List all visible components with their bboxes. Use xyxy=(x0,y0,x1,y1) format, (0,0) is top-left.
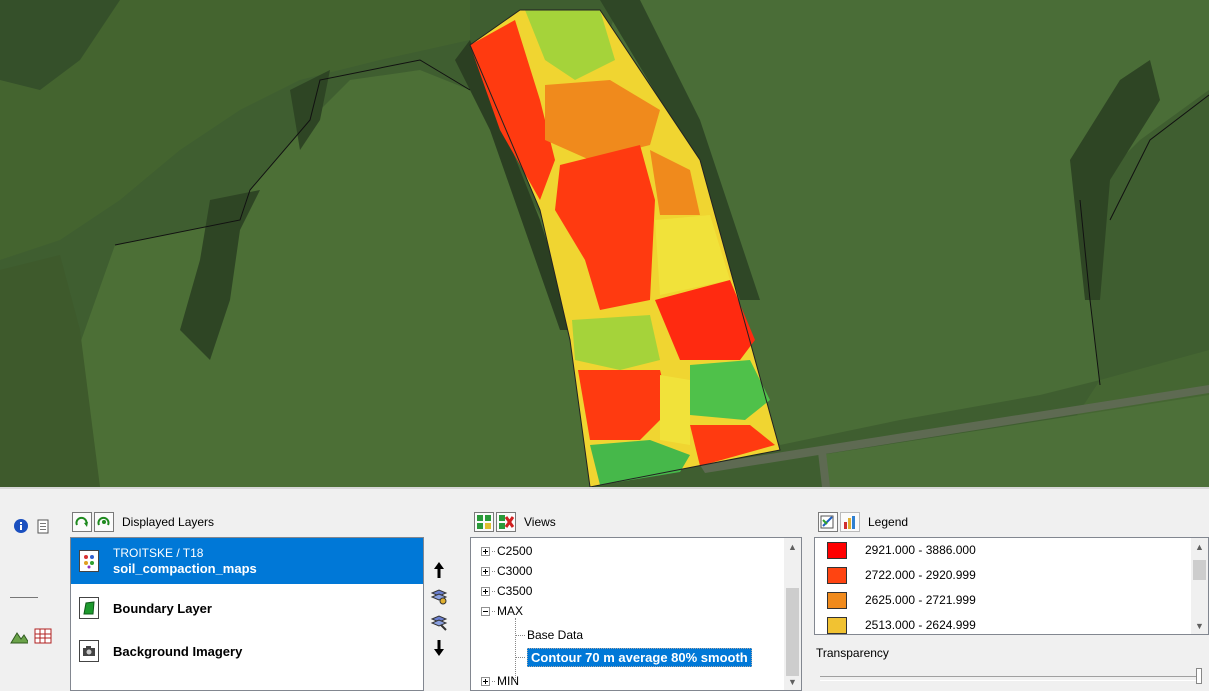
tree-node-base-data[interactable]: Base Data xyxy=(515,626,583,644)
clipboard-icon[interactable] xyxy=(34,517,52,535)
edit-legend-icon xyxy=(820,515,834,529)
expand-icon[interactable] xyxy=(481,676,490,686)
scroll-down-icon[interactable]: ▼ xyxy=(1191,617,1208,634)
scroll-up-icon[interactable]: ▲ xyxy=(1191,538,1208,555)
legend-chart-icon xyxy=(844,516,855,529)
legend-title: Legend xyxy=(868,515,909,529)
scroll-up-icon[interactable]: ▲ xyxy=(784,538,801,555)
layer-map-name: soil_compaction_maps xyxy=(113,561,257,576)
arrow-up-icon xyxy=(434,562,444,578)
info-icon[interactable] xyxy=(12,517,30,535)
layer-properties-button[interactable] xyxy=(428,611,450,633)
transparency-slider[interactable] xyxy=(820,668,1202,684)
add-view-button[interactable] xyxy=(474,512,494,532)
transparency-slider-thumb[interactable] xyxy=(1196,668,1202,684)
legend-swatch xyxy=(827,541,847,559)
refresh-all-icon xyxy=(97,516,110,526)
transparency-label: Transparency xyxy=(816,646,889,660)
tree-node-max[interactable]: MAX xyxy=(481,602,523,620)
grid-map-icon xyxy=(79,550,99,572)
layer-item-background-imagery[interactable]: Background Imagery xyxy=(71,630,423,672)
move-layer-up-button[interactable] xyxy=(428,559,450,581)
tool-divider xyxy=(10,597,38,598)
add-layer-button[interactable] xyxy=(428,585,450,607)
legend-header: Legend xyxy=(818,511,908,533)
legend-item: 2513.000 - 2624.999 xyxy=(815,613,976,634)
control-panel: Displayed Layers TROITSKE / T18 soil_com… xyxy=(0,487,1209,691)
legend-chart-button[interactable] xyxy=(840,512,860,532)
add-view-icon xyxy=(477,515,491,529)
delete-view-icon xyxy=(499,515,514,529)
tree-node-contour[interactable]: Contour 70 m average 80% smooth xyxy=(515,647,752,667)
views-header: Views xyxy=(474,511,556,533)
layers-header: Displayed Layers xyxy=(72,511,214,533)
terrain-icon[interactable] xyxy=(10,627,28,645)
satellite-map xyxy=(0,0,1209,487)
legend-item: 2921.000 - 3886.000 xyxy=(815,538,976,562)
views-scrollbar[interactable]: ▲ ▼ xyxy=(784,538,801,690)
refresh-all-layers-button[interactable] xyxy=(94,512,114,532)
arrow-down-icon xyxy=(434,640,444,656)
collapse-icon[interactable] xyxy=(481,606,490,616)
legend-list[interactable]: 2921.000 - 3886.000 2722.000 - 2920.999 … xyxy=(814,537,1209,635)
legend-swatch xyxy=(827,566,847,584)
grid-table-icon[interactable] xyxy=(34,627,52,645)
tree-node-c3500[interactable]: C3500 xyxy=(481,582,532,600)
scroll-thumb[interactable] xyxy=(1193,560,1206,580)
map-view[interactable] xyxy=(0,0,1209,487)
expand-icon[interactable] xyxy=(481,546,490,556)
legend-scrollbar[interactable]: ▲ ▼ xyxy=(1191,538,1208,634)
layer-label: Background Imagery xyxy=(113,643,243,659)
scroll-thumb[interactable] xyxy=(786,588,799,676)
move-layer-down-button[interactable] xyxy=(428,637,450,659)
scroll-down-icon[interactable]: ▼ xyxy=(784,673,801,690)
delete-view-button[interactable] xyxy=(496,512,516,532)
expand-icon[interactable] xyxy=(481,586,490,596)
layer-field-name: TROITSKE / T18 xyxy=(113,546,204,560)
expand-icon[interactable] xyxy=(481,566,490,576)
edit-legend-button[interactable] xyxy=(818,512,838,532)
boundary-icon xyxy=(79,597,99,619)
camera-icon xyxy=(79,640,99,662)
views-tree[interactable]: C2500 C3000 C3500 MAX Base Data Contour … xyxy=(470,537,802,691)
tool-column xyxy=(0,489,66,691)
legend-item: 2722.000 - 2920.999 xyxy=(815,563,976,587)
legend-swatch xyxy=(827,616,847,634)
layers-list[interactable]: TROITSKE / T18 soil_compaction_maps Boun… xyxy=(70,537,424,691)
legend-swatch xyxy=(827,591,847,609)
refresh-icon xyxy=(75,516,88,527)
tree-node-c3000[interactable]: C3000 xyxy=(481,562,532,580)
legend-item: 2625.000 - 2721.999 xyxy=(815,588,976,612)
tree-node-c2500[interactable]: C2500 xyxy=(481,542,532,560)
views-title: Views xyxy=(524,515,556,529)
tree-node-min[interactable]: MIN xyxy=(481,672,519,690)
refresh-layer-button[interactable] xyxy=(72,512,92,532)
layer-item-soil-compaction[interactable]: TROITSKE / T18 soil_compaction_maps xyxy=(71,538,423,584)
layer-properties-icon xyxy=(430,615,448,631)
layer-item-boundary[interactable]: Boundary Layer xyxy=(71,588,423,628)
layer-label: Boundary Layer xyxy=(113,600,212,616)
layer-add-icon xyxy=(430,589,448,605)
layers-title: Displayed Layers xyxy=(122,515,215,529)
layer-order-controls xyxy=(428,559,454,663)
